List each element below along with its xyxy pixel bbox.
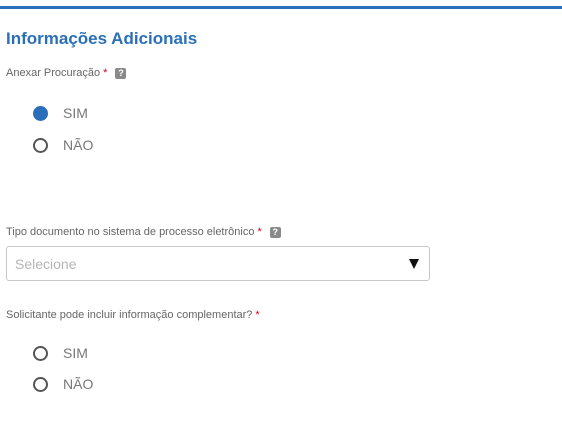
question-mark-icon[interactable]: ? (115, 67, 127, 79)
question-mark-icon[interactable]: ? (269, 226, 281, 238)
tipo-documento-label-text: Tipo documento no sistema de processo el… (6, 226, 255, 238)
select-placeholder: Selecione (15, 256, 77, 272)
tipo-documento-label: Tipo documento no sistema de processo el… (6, 225, 281, 239)
radio-anexar-procuracao-sim[interactable]: SIM (33, 104, 88, 122)
radio-label-nao: NÃO (63, 376, 94, 392)
radio-solicitante-sim[interactable]: SIM (33, 344, 88, 362)
radio-solicitante-nao[interactable]: NÃO (33, 375, 93, 393)
radio-unchecked-icon[interactable] (33, 376, 48, 392)
section-title: Informações Adicionais (6, 29, 198, 48)
radio-label-sim: SIM (63, 105, 88, 121)
radio-unchecked-icon[interactable] (33, 345, 48, 361)
triangle-down-icon[interactable] (409, 259, 419, 269)
solicitante-info-label-text: Solicitante pode incluir informação comp… (6, 309, 253, 321)
radio-label-sim: SIM (63, 345, 88, 361)
radio-anexar-procuracao-nao[interactable]: NÃO (33, 136, 93, 154)
anexar-procuracao-label-text: Anexar Procuração (6, 67, 101, 79)
required-marker: * (103, 67, 108, 79)
top-divider (0, 6, 562, 9)
tipo-documento-select[interactable]: Selecione (6, 246, 430, 281)
required-marker: * (255, 309, 260, 321)
radio-unchecked-icon[interactable] (33, 137, 48, 153)
additional-info-form: Informações Adicionais Anexar Procuração… (0, 0, 562, 439)
required-marker: * (257, 226, 262, 238)
anexar-procuracao-label: Anexar Procuração * ? (6, 66, 127, 80)
solicitante-info-label: Solicitante pode incluir informação comp… (6, 308, 260, 322)
radio-label-nao: NÃO (63, 137, 94, 153)
radio-checked-icon[interactable] (33, 105, 48, 121)
